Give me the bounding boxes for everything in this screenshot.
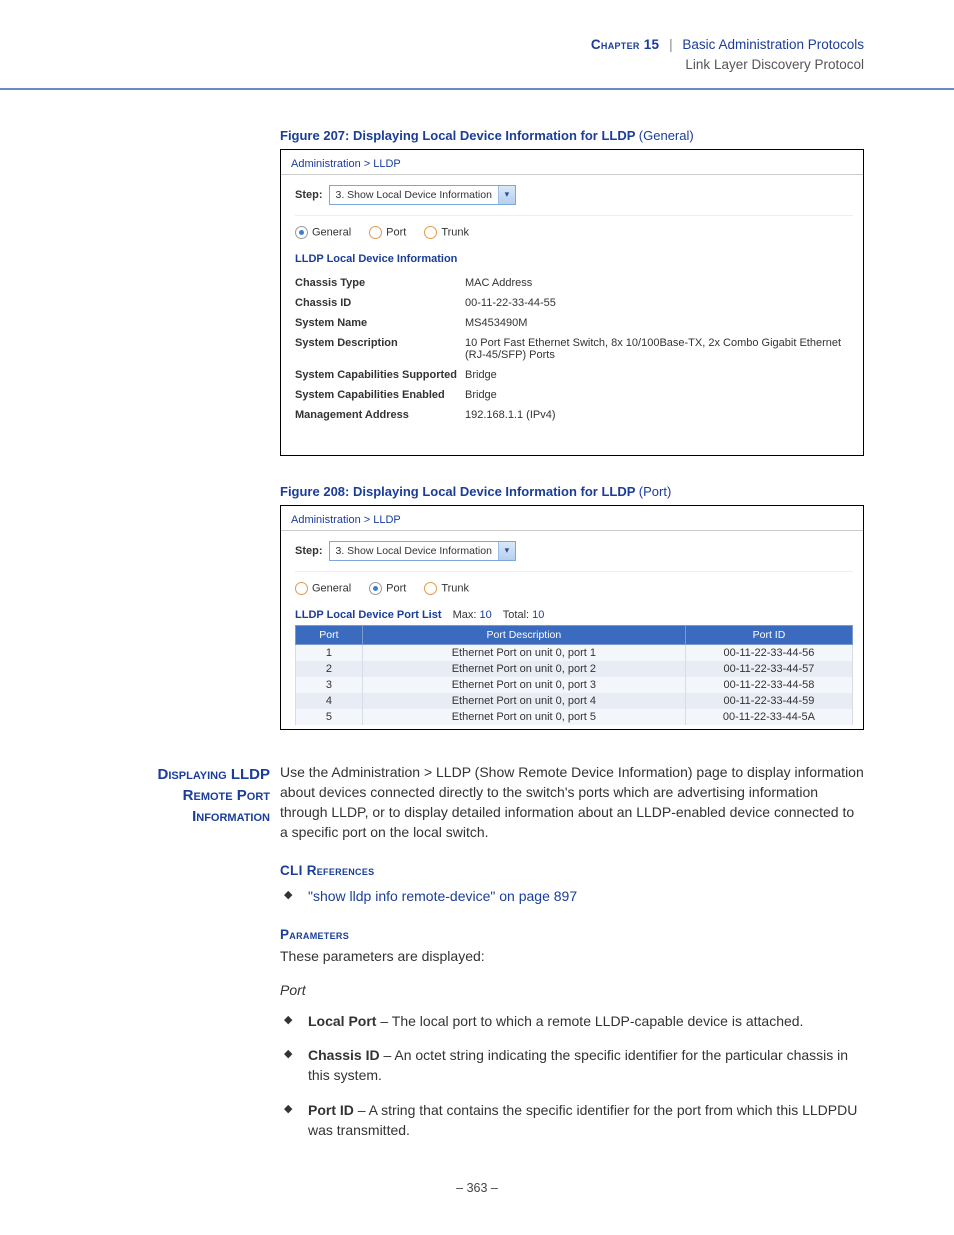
radio-port[interactable]: Port xyxy=(369,582,406,595)
breadcrumb: Administration > LLDP xyxy=(281,150,863,175)
step-label: Step: xyxy=(295,189,323,201)
step-row: Step: 3. Show Local Device Information ▾ xyxy=(295,181,853,216)
fig208-caption-main: Figure 208: Displaying Local Device Info… xyxy=(280,484,635,499)
chevron-down-icon: ▾ xyxy=(498,186,515,204)
cli-ref-list: "show lldp info remote-device" on page 8… xyxy=(280,886,864,906)
radio-general[interactable]: General xyxy=(295,226,351,239)
param-list: Local Port – The local port to which a r… xyxy=(280,1011,864,1140)
step-select-value: 3. Show Local Device Information xyxy=(330,189,498,201)
view-radio-group: General Port Trunk xyxy=(295,224,853,249)
radio-trunk[interactable]: Trunk xyxy=(424,582,469,595)
kv-system-description: System Description10 Port Fast Ethernet … xyxy=(295,333,853,365)
breadcrumb: Administration > LLDP xyxy=(281,506,863,531)
section-sidehead: Displaying LLDP Remote Port Information xyxy=(120,762,270,1155)
radio-general[interactable]: General xyxy=(295,582,351,595)
kv-chassis-type: Chassis TypeMAC Address xyxy=(295,273,853,293)
fig207-caption-paren: (General) xyxy=(639,128,694,143)
col-port-id: Port ID xyxy=(685,625,852,644)
fig208-caption-paren: (Port) xyxy=(639,484,672,499)
view-radio-group: General Port Trunk xyxy=(295,580,853,605)
chapter-label: Chapter 15 xyxy=(591,37,660,52)
parameters-intro: These parameters are displayed: xyxy=(280,946,864,966)
page-number: – 363 – xyxy=(0,1181,954,1195)
page: Chapter 15 | Basic Administration Protoc… xyxy=(0,0,954,1235)
page-header: Chapter 15 | Basic Administration Protoc… xyxy=(0,0,954,84)
figure-208-caption: Figure 208: Displaying Local Device Info… xyxy=(280,484,864,499)
cli-ref-item: "show lldp info remote-device" on page 8… xyxy=(280,886,864,906)
kv-caps-enabled: System Capabilities EnabledBridge xyxy=(295,385,853,405)
lldp-info-heading: LLDP Local Device Information xyxy=(295,253,853,265)
radio-port[interactable]: Port xyxy=(369,226,406,239)
step-select[interactable]: 3. Show Local Device Information ▾ xyxy=(329,185,516,205)
port-table: Port Port Description Port ID 1Ethernet … xyxy=(295,625,853,725)
section-remote-port-info: Displaying LLDP Remote Port Information … xyxy=(120,762,864,1155)
step-select-value: 3. Show Local Device Information xyxy=(330,545,498,557)
col-port-desc: Port Description xyxy=(362,625,685,644)
fig207-caption-main: Figure 207: Displaying Local Device Info… xyxy=(280,128,635,143)
screenshot-208: Administration > LLDP Step: 3. Show Loca… xyxy=(280,505,864,730)
screenshot-207: Administration > LLDP Step: 3. Show Loca… xyxy=(280,149,864,456)
cli-references-head: CLI References xyxy=(280,861,864,881)
param-port-id: Port ID – A string that contains the spe… xyxy=(280,1100,864,1141)
header-title: Basic Administration Protocols xyxy=(682,37,864,52)
cli-ref-link[interactable]: "show lldp info remote-device" on page 8… xyxy=(308,888,577,904)
table-row: 1Ethernet Port on unit 0, port 100-11-22… xyxy=(296,644,853,661)
kv-mgmt-address: Management Address192.168.1.1 (IPv4) xyxy=(295,405,853,425)
section-intro: Use the Administration > LLDP (Show Remo… xyxy=(280,762,864,843)
table-row: 2Ethernet Port on unit 0, port 200-11-22… xyxy=(296,661,853,677)
kv-chassis-id: Chassis ID00-11-22-33-44-55 xyxy=(295,293,853,313)
header-divider: | xyxy=(669,37,673,52)
parameters-head: Parameters xyxy=(280,925,864,945)
table-row: 5Ethernet Port on unit 0, port 500-11-22… xyxy=(296,709,853,725)
param-local-port: Local Port – The local port to which a r… xyxy=(280,1011,864,1031)
chevron-down-icon: ▾ xyxy=(498,542,515,560)
kv-system-name: System NameMS453490M xyxy=(295,313,853,333)
section-body: Use the Administration > LLDP (Show Remo… xyxy=(280,762,864,1155)
param-chassis-id: Chassis ID – An octet string indicating … xyxy=(280,1045,864,1086)
step-select[interactable]: 3. Show Local Device Information ▾ xyxy=(329,541,516,561)
kv-caps-supported: System Capabilities SupportedBridge xyxy=(295,365,853,385)
radio-trunk[interactable]: Trunk xyxy=(424,226,469,239)
param-group-port: Port xyxy=(280,980,864,1000)
figure-207-caption: Figure 207: Displaying Local Device Info… xyxy=(280,128,864,143)
table-row: 4Ethernet Port on unit 0, port 400-11-22… xyxy=(296,693,853,709)
step-label: Step: xyxy=(295,545,323,557)
header-subtitle: Link Layer Discovery Protocol xyxy=(0,55,864,75)
content: Figure 207: Displaying Local Device Info… xyxy=(0,90,954,1155)
col-port: Port xyxy=(296,625,363,644)
table-header-row: Port Port Description Port ID xyxy=(296,625,853,644)
step-row: Step: 3. Show Local Device Information ▾ xyxy=(295,537,853,572)
port-list-heading: LLDP Local Device Port List Max: 10 Tota… xyxy=(295,609,853,621)
table-row: 3Ethernet Port on unit 0, port 300-11-22… xyxy=(296,677,853,693)
